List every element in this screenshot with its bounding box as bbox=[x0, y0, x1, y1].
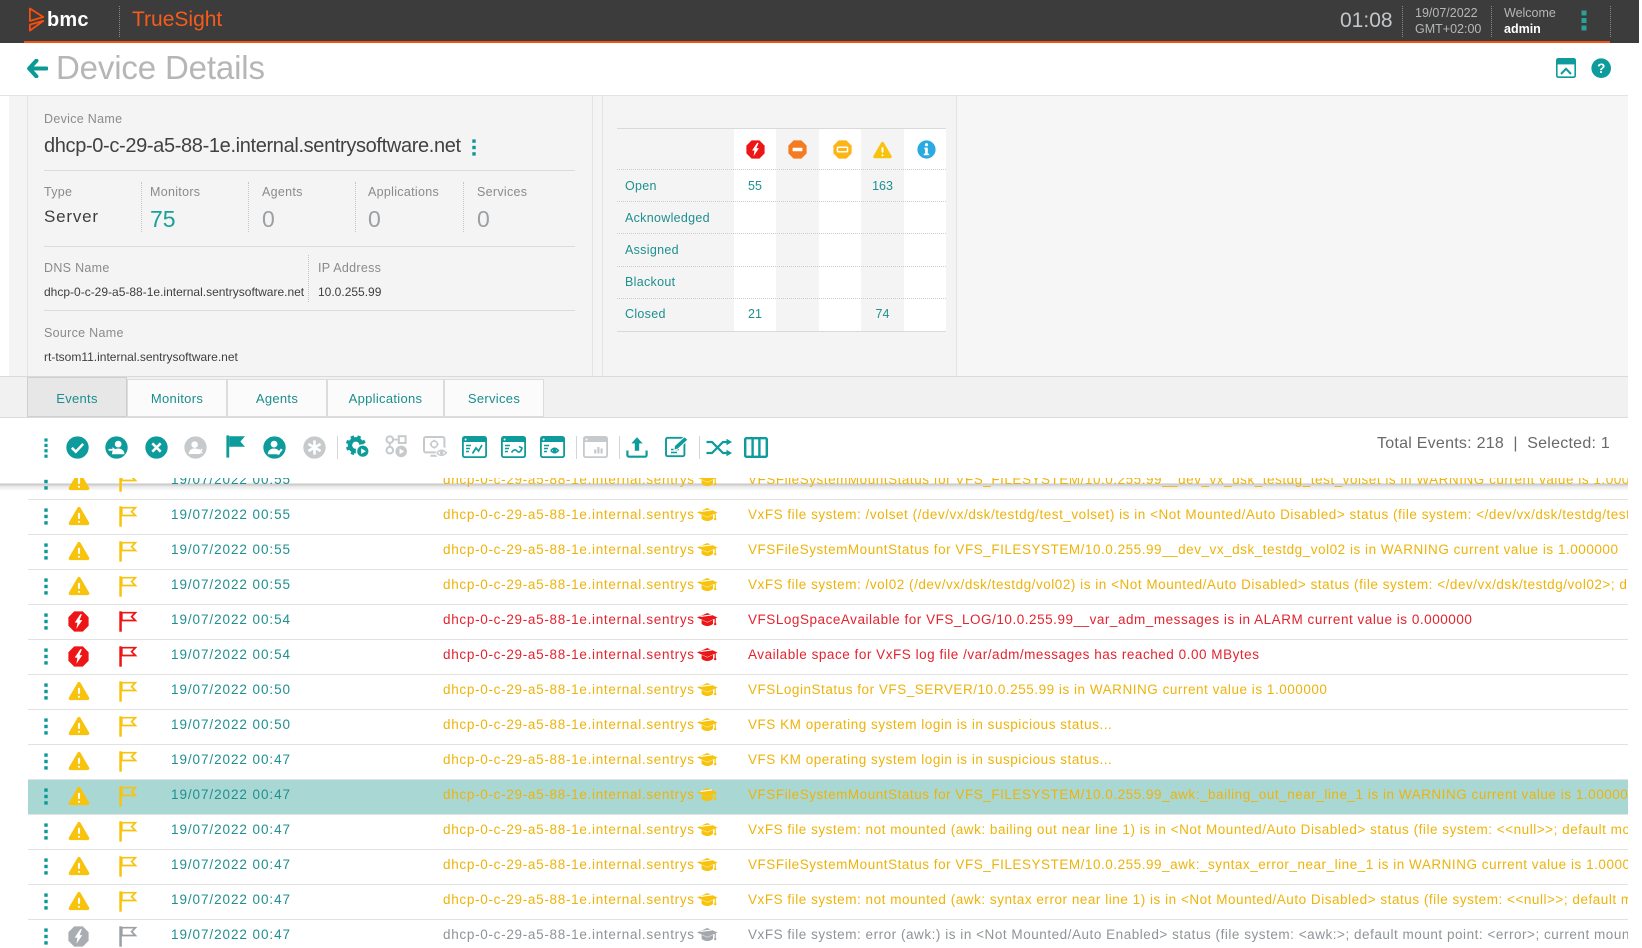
svg-text:?: ? bbox=[1597, 61, 1605, 76]
